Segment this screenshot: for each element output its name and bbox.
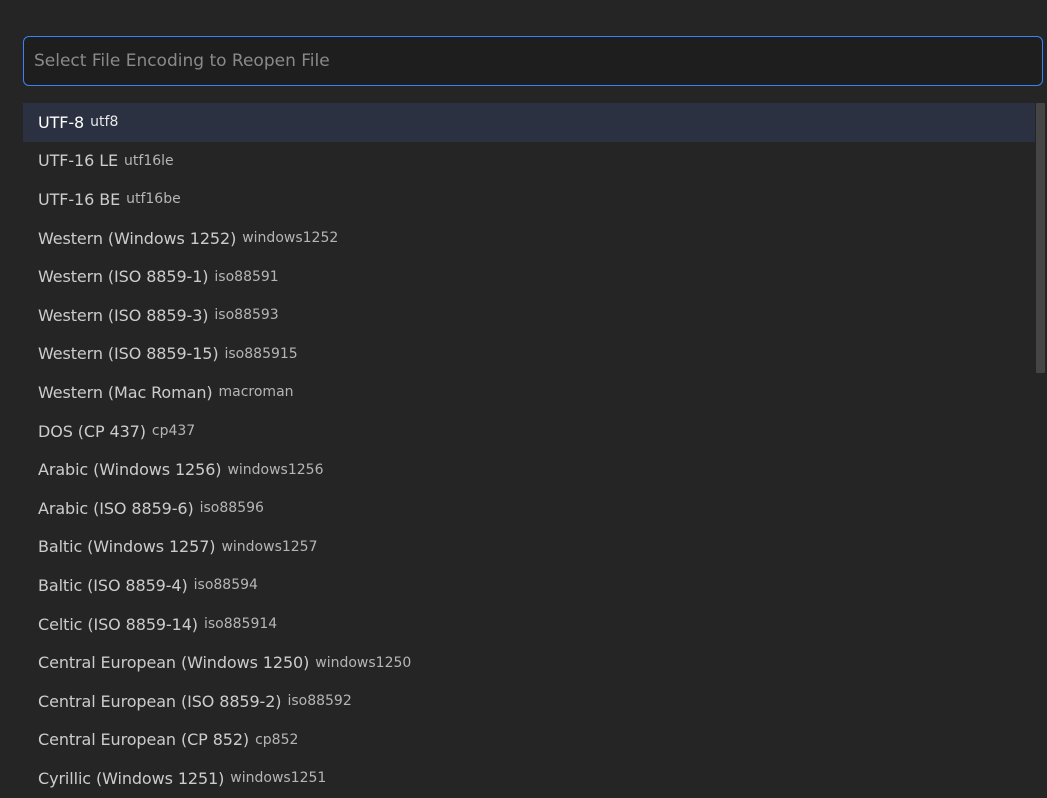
encoding-label: Celtic (ISO 8859-14) xyxy=(38,614,198,634)
encoding-id: windows1251 xyxy=(230,770,327,787)
encoding-option[interactable]: UTF-16 LE utf16le xyxy=(23,142,1035,181)
encoding-id: utf16be xyxy=(126,191,181,208)
encoding-label: UTF-16 BE xyxy=(38,189,121,209)
encoding-label: DOS (CP 437) xyxy=(38,421,146,441)
encoding-id: windows1250 xyxy=(315,654,412,671)
quick-pick-panel: UTF-8 utf8 UTF-16 LE utf16le UTF-16 BE utf16b… xyxy=(0,0,1047,798)
encoding-option[interactable]: UTF-8 utf8 xyxy=(23,103,1035,142)
encoding-option[interactable]: Cyrillic (Windows 1251) windows1251 xyxy=(23,759,1035,798)
encoding-option[interactable]: Celtic (ISO 8859-14) iso885914 xyxy=(23,605,1035,644)
encoding-label: UTF-16 LE xyxy=(38,151,119,171)
encoding-option[interactable]: Central European (Windows 1250) windows12… xyxy=(23,643,1035,682)
encoding-id: windows1256 xyxy=(227,461,324,478)
encoding-id: iso88593 xyxy=(214,307,279,324)
encoding-id: windows1257 xyxy=(221,538,318,555)
encoding-id: utf16le xyxy=(124,152,174,169)
encoding-label: Central European (ISO 8859-2) xyxy=(38,691,282,711)
encoding-id: cp437 xyxy=(151,423,196,440)
encoding-option[interactable]: DOS (CP 437) cp437 xyxy=(23,412,1035,451)
encoding-option[interactable]: Baltic (Windows 1257) windows1257 xyxy=(23,528,1035,567)
encoding-label: Central European (CP 852) xyxy=(38,730,250,750)
encoding-option[interactable]: Arabic (Windows 1256) windows1256 xyxy=(23,450,1035,489)
encoding-label: Western (ISO 8859-15) xyxy=(38,344,219,364)
encoding-label: Western (ISO 8859-1) xyxy=(38,267,209,287)
encoding-id: iso88592 xyxy=(287,693,352,710)
encoding-id: macroman xyxy=(218,384,294,401)
encoding-option[interactable]: Central European (CP 852) cp852 xyxy=(23,721,1035,760)
encoding-id: windows1252 xyxy=(242,230,339,247)
encoding-id: utf8 xyxy=(90,114,119,131)
encoding-option[interactable]: Western (Windows 1252) windows1252 xyxy=(23,219,1035,258)
encoding-id: cp852 xyxy=(255,731,299,748)
encoding-option[interactable]: Western (Mac Roman) macroman xyxy=(23,373,1035,412)
encoding-search-input[interactable] xyxy=(24,37,1042,85)
encoding-id: iso88594 xyxy=(193,577,258,594)
encoding-option[interactable]: Central European (ISO 8859-2) iso88592 xyxy=(23,682,1035,721)
encoding-label: UTF-8 xyxy=(38,112,85,132)
encoding-label: Western (ISO 8859-3) xyxy=(38,305,209,325)
scrollbar-thumb[interactable] xyxy=(1036,103,1045,373)
encoding-option[interactable]: Baltic (ISO 8859-4) iso88594 xyxy=(23,566,1035,605)
encoding-label: Arabic (Windows 1256) xyxy=(38,460,222,480)
encoding-label: Cyrillic (Windows 1251) xyxy=(38,768,225,788)
encoding-label: Baltic (Windows 1257) xyxy=(38,537,216,557)
encoding-label: Western (Mac Roman) xyxy=(38,382,213,402)
encoding-label: Baltic (ISO 8859-4) xyxy=(38,575,188,595)
encoding-label: Central European (Windows 1250) xyxy=(38,653,310,673)
encoding-option[interactable]: UTF-16 BE utf16be xyxy=(23,180,1035,219)
encoding-id: iso885914 xyxy=(203,616,278,633)
encoding-id: iso88596 xyxy=(199,500,264,517)
encoding-option[interactable]: Western (ISO 8859-3) iso88593 xyxy=(23,296,1035,335)
encoding-option[interactable]: Arabic (ISO 8859-6) iso88596 xyxy=(23,489,1035,528)
encoding-list: UTF-8 utf8 UTF-16 LE utf16le UTF-16 BE utf16b… xyxy=(23,103,1035,798)
encoding-label: Arabic (ISO 8859-6) xyxy=(38,498,194,518)
encoding-option[interactable]: Western (ISO 8859-15) iso885915 xyxy=(23,335,1035,374)
encoding-option[interactable]: Western (ISO 8859-1) iso88591 xyxy=(23,257,1035,296)
encoding-label: Western (Windows 1252) xyxy=(38,228,237,248)
encoding-id: iso885915 xyxy=(224,345,298,362)
encoding-id: iso88591 xyxy=(214,268,279,285)
search-box[interactable] xyxy=(23,36,1043,86)
